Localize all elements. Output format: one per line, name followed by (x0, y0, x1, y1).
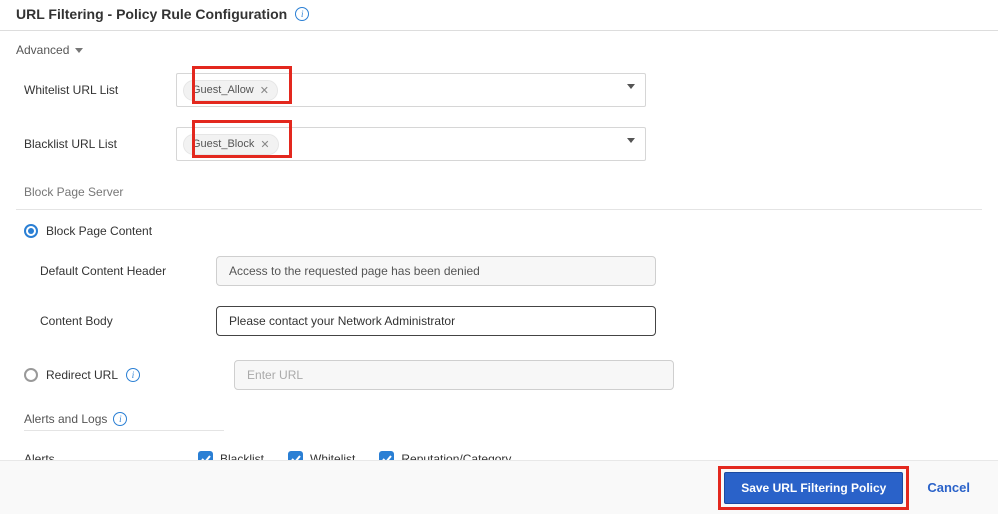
advanced-toggle[interactable]: Advanced (16, 43, 83, 57)
advanced-label: Advanced (16, 43, 69, 57)
default-header-row: Default Content Header (16, 246, 982, 296)
whitelist-multiselect[interactable]: Guest_Allow ✕ (176, 73, 646, 107)
redirect-url-input[interactable] (234, 360, 674, 390)
page-header: URL Filtering - Policy Rule Configuratio… (0, 0, 998, 31)
divider (16, 209, 982, 210)
default-header-label: Default Content Header (16, 264, 216, 278)
footer: Save URL Filtering Policy Cancel (0, 460, 998, 514)
blacklist-row: Blacklist URL List Guest_Block ✕ (16, 117, 982, 171)
page-title: URL Filtering - Policy Rule Configuratio… (16, 6, 287, 22)
chip-remove-icon[interactable]: ✕ (260, 84, 269, 97)
info-icon[interactable]: i (113, 412, 127, 426)
content-body-row: Content Body (16, 296, 982, 346)
block-page-content-radio-row: Block Page Content (16, 216, 982, 246)
form-section: Advanced Whitelist URL List Guest_Allow … (0, 31, 998, 470)
whitelist-chip-label: Guest_Allow (192, 84, 254, 96)
blacklist-chip-label: Guest_Block (192, 138, 254, 150)
blacklist-multiselect[interactable]: Guest_Block ✕ (176, 127, 646, 161)
whitelist-row: Whitelist URL List Guest_Allow ✕ (16, 63, 982, 117)
block-page-server-label: Block Page Server (16, 171, 982, 209)
radio-dot-icon (28, 228, 34, 234)
block-page-content-radio[interactable] (24, 224, 38, 238)
divider (24, 430, 224, 431)
dropdown-caret-icon (627, 84, 635, 89)
block-page-content-label: Block Page Content (46, 224, 152, 238)
alerts-logs-header: Alerts and Logs i (16, 398, 982, 430)
redirect-url-radio[interactable] (24, 368, 38, 382)
save-button-wrap: Save URL Filtering Policy (724, 472, 903, 504)
blacklist-chip: Guest_Block ✕ (183, 134, 279, 155)
whitelist-chip: Guest_Allow ✕ (183, 80, 278, 101)
redirect-url-label: Redirect URL (46, 368, 118, 382)
blacklist-label: Blacklist URL List (16, 137, 176, 151)
info-icon[interactable]: i (126, 368, 140, 382)
redirect-url-radio-row: Redirect URL i (16, 352, 982, 398)
alerts-logs-label: Alerts and Logs (24, 412, 107, 426)
default-header-input[interactable] (216, 256, 656, 286)
info-icon[interactable]: i (295, 7, 309, 21)
chip-remove-icon[interactable]: ✕ (260, 138, 269, 151)
cancel-button[interactable]: Cancel (927, 480, 970, 495)
content-body-label: Content Body (16, 314, 216, 328)
dropdown-caret-icon (627, 138, 635, 143)
whitelist-label: Whitelist URL List (16, 83, 176, 97)
chevron-down-icon (75, 48, 83, 53)
content-body-input[interactable] (216, 306, 656, 336)
save-button[interactable]: Save URL Filtering Policy (724, 472, 903, 504)
